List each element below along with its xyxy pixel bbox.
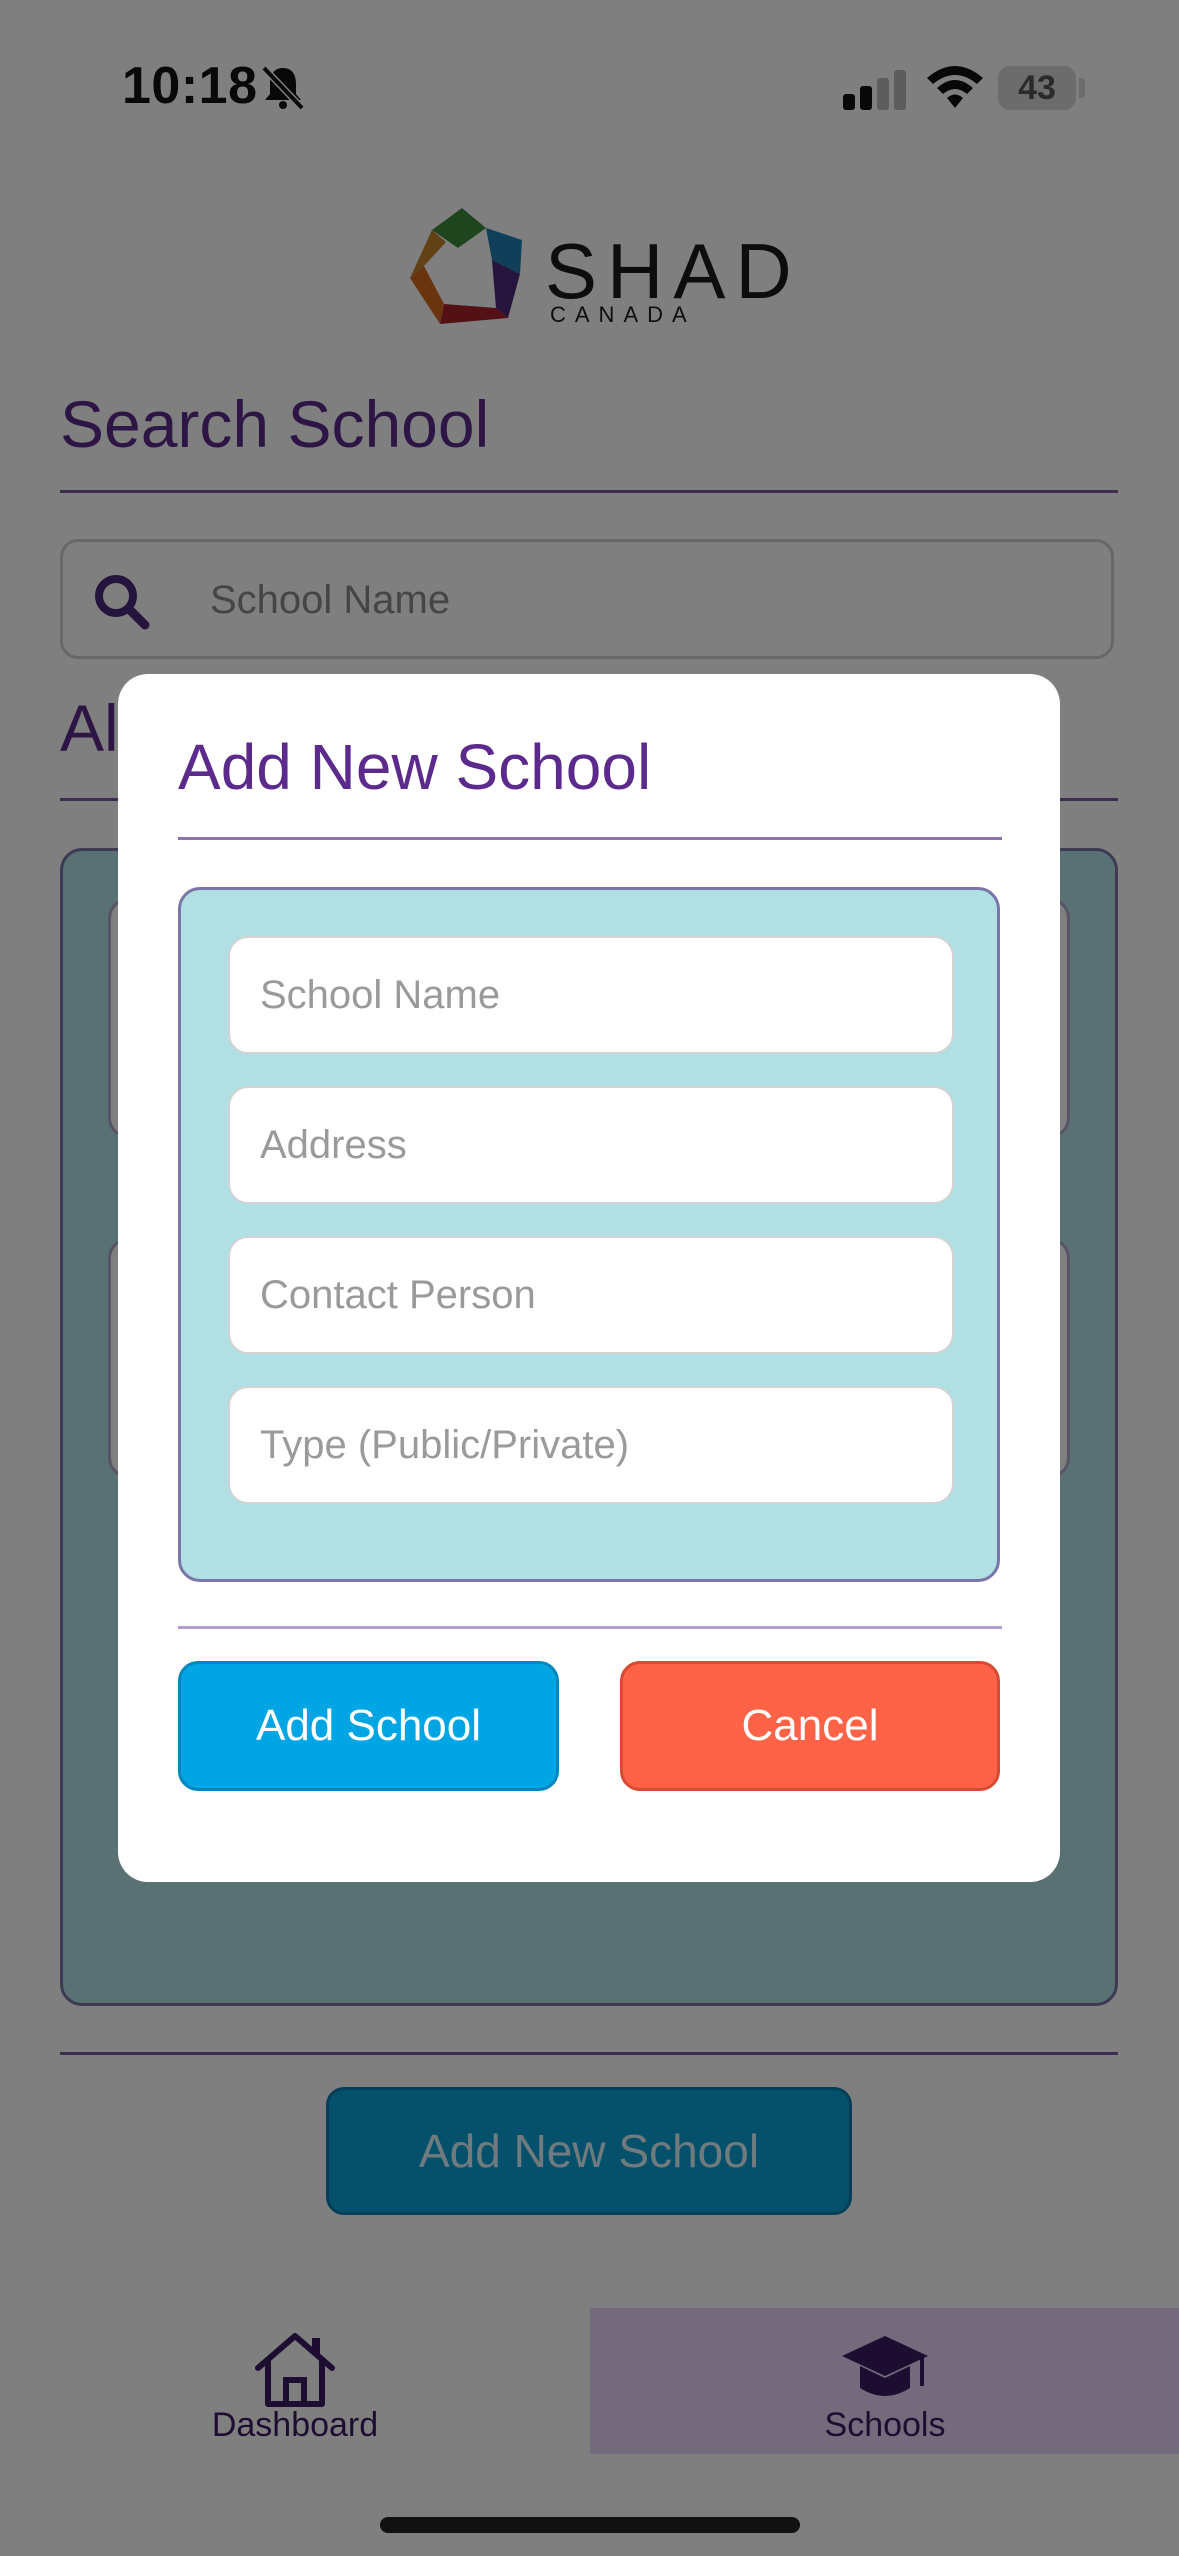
modal-actions-divider — [178, 1626, 1002, 1629]
address-field[interactable] — [228, 1086, 954, 1204]
school-type-field[interactable] — [228, 1386, 954, 1504]
modal-title: Add New School — [178, 731, 652, 803]
modal-title-divider — [178, 837, 1002, 840]
school-name-field[interactable] — [228, 936, 954, 1054]
add-school-button[interactable]: Add School — [178, 1661, 559, 1791]
home-indicator[interactable] — [380, 2517, 800, 2533]
contact-person-field[interactable] — [228, 1236, 954, 1354]
cancel-button[interactable]: Cancel — [620, 1661, 1000, 1791]
